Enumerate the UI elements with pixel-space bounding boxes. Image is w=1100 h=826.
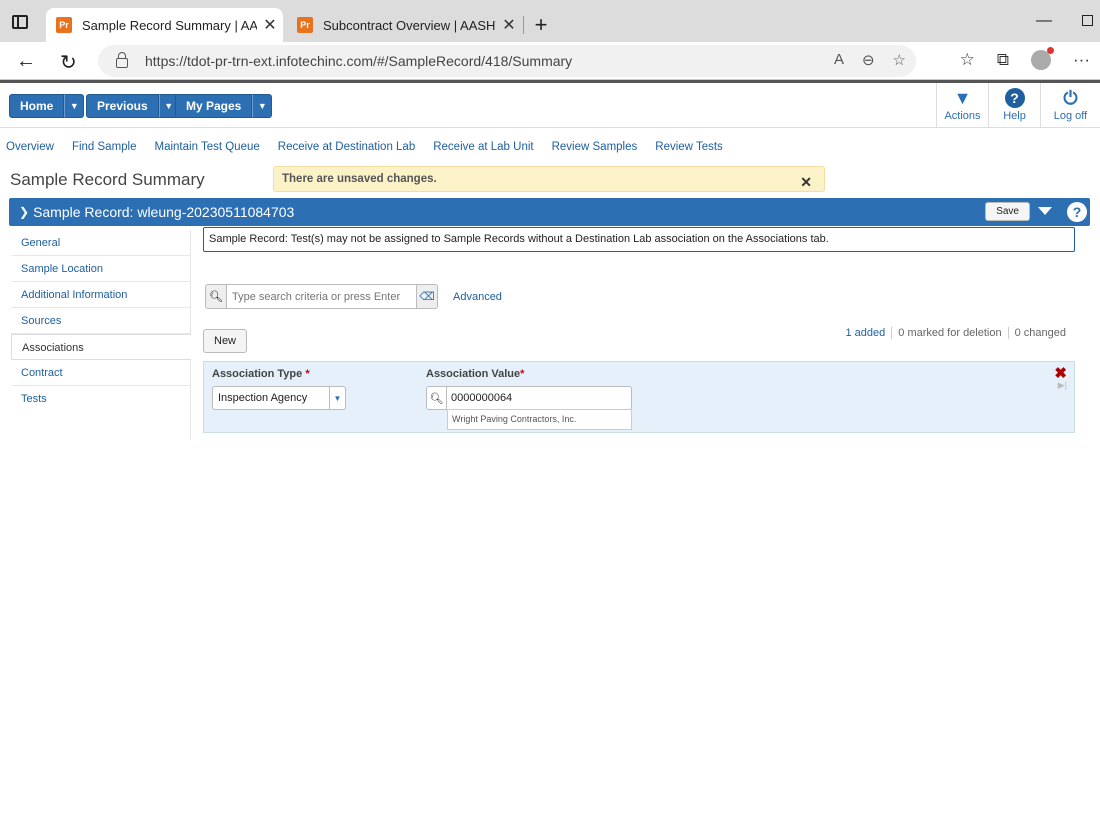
close-tab-icon[interactable]: ✕ — [257, 15, 283, 35]
required-icon: * — [520, 368, 525, 380]
maximize-icon[interactable] — [1082, 15, 1093, 26]
browser-tab-bar: Pr Sample Record Summary | AASHTOWare ✕ … — [0, 0, 1100, 42]
record-title: Sample Record: wleung-20230511084703 — [33, 204, 295, 220]
previous-button-group: Previous ▼ — [86, 94, 179, 118]
nav-link-receive-lab-unit[interactable]: Receive at Lab Unit — [433, 141, 533, 153]
side-item-tests[interactable]: Tests — [11, 386, 190, 412]
collapse-chevron-icon[interactable]: ❯ — [19, 205, 29, 219]
association-value-field[interactable]: 🔍︎ 0000000064 — [426, 386, 632, 410]
side-item-associations[interactable]: Associations — [11, 334, 191, 360]
add-favorite-icon[interactable]: ☆ — [893, 51, 906, 69]
home-button[interactable]: Home — [9, 94, 65, 118]
profile-avatar[interactable] — [1031, 47, 1055, 70]
advanced-search-link[interactable]: Advanced — [453, 291, 502, 303]
unsaved-message: There are unsaved changes. — [282, 173, 437, 185]
new-button[interactable]: New — [203, 329, 248, 353]
previous-button[interactable]: Previous — [86, 94, 159, 118]
nav-link-review-tests[interactable]: Review Tests — [655, 141, 723, 153]
back-icon[interactable]: ← — [16, 50, 36, 73]
nav-link-receive-destination-lab[interactable]: Receive at Destination Lab — [278, 141, 415, 153]
chevron-down-icon: ▼ — [953, 87, 972, 108]
url-field[interactable]: https://tdot-pr-trn-ext.infotechinc.com/… — [98, 45, 916, 77]
help-button[interactable]: ? Help — [988, 83, 1040, 128]
home-dropdown-icon[interactable]: ▼ — [64, 94, 85, 118]
nav-link-overview[interactable]: Overview — [6, 141, 54, 153]
read-aloud-icon[interactable]: A — [834, 51, 844, 69]
nav-link-find-sample[interactable]: Find Sample — [72, 141, 137, 153]
browser-tab-inactive[interactable]: Pr Subcontract Overview | AASHTOWare ✕ — [287, 8, 522, 42]
app-header: Home ▼ Previous ▼ My Pages ▼ ▼ Actions ?… — [0, 83, 1100, 128]
zoom-out-icon[interactable]: ⊖ — [862, 51, 875, 69]
tab-separator — [523, 16, 524, 34]
changed-count: 0 changed — [1007, 327, 1072, 339]
favorites-icon[interactable]: ☆ — [960, 50, 975, 70]
tab-title: Subcontract Overview | AASHTOWare — [323, 17, 496, 33]
search-input[interactable] — [227, 284, 417, 309]
association-value-text[interactable]: 0000000064 — [451, 392, 512, 404]
power-icon: ⏻ — [1063, 87, 1078, 108]
tab-actions-icon[interactable] — [12, 15, 28, 29]
association-type-select[interactable]: Inspection Agency ▼ — [212, 386, 346, 410]
search-icon[interactable]: 🔍︎ — [427, 387, 447, 409]
side-item-additional-information[interactable]: Additional Information — [11, 282, 190, 308]
close-icon[interactable]: ✕ — [800, 174, 812, 191]
association-row: Association Type * Inspection Agency ▼ A… — [203, 361, 1075, 433]
side-item-contract[interactable]: Contract — [11, 360, 190, 386]
favicon-icon: Pr — [297, 17, 313, 33]
more-menu-icon[interactable]: ··· — [1073, 50, 1090, 70]
lock-icon[interactable] — [116, 52, 128, 68]
refresh-icon[interactable]: ↻ — [60, 50, 77, 75]
url-text[interactable]: https://tdot-pr-trn-ext.infotechinc.com/… — [145, 53, 572, 69]
new-tab-icon[interactable]: + — [531, 12, 551, 38]
home-button-group: Home ▼ — [9, 94, 85, 118]
row-pointer-icon: ▶| — [1057, 380, 1067, 390]
logoff-label: Log off — [1053, 110, 1088, 122]
added-count[interactable]: 1 added — [840, 327, 892, 339]
help-icon: ? — [1004, 88, 1025, 108]
eraser-icon[interactable]: ⌫ — [417, 284, 438, 309]
unsaved-changes-banner: There are unsaved changes. ✕ — [273, 166, 825, 192]
collections-icon[interactable]: ⧉ — [997, 50, 1009, 70]
my-pages-button-group: My Pages ▼ — [175, 94, 273, 118]
record-actions-dropdown-icon[interactable] — [1038, 207, 1052, 215]
search-icon[interactable]: 🔍︎ — [205, 284, 227, 309]
tab-title: Sample Record Summary | AASHTOWare — [82, 17, 257, 33]
association-type-value: Inspection Agency — [218, 392, 308, 404]
side-item-sources[interactable]: Sources — [11, 308, 190, 334]
header-actions: ▼ Actions ? Help ⏻ Log off — [936, 83, 1100, 128]
favicon-icon: Pr — [56, 17, 72, 33]
deleted-count: 0 marked for deletion — [891, 327, 1007, 339]
side-item-sample-location[interactable]: Sample Location — [11, 256, 190, 282]
actions-label: Actions — [944, 110, 981, 122]
record-side-menu: General Sample Location Additional Infor… — [11, 230, 191, 440]
component-nav: Overview Find Sample Maintain Test Queue… — [6, 141, 741, 153]
search-bar: 🔍︎ ⌫ — [205, 284, 438, 309]
minimize-icon[interactable]: — — [1036, 12, 1052, 30]
nav-link-review-samples[interactable]: Review Samples — [552, 141, 638, 153]
address-bar: ← ↻ https://tdot-pr-trn-ext.infotechinc.… — [0, 42, 1100, 80]
nav-link-maintain-test-queue[interactable]: Maintain Test Queue — [155, 141, 260, 153]
required-icon: * — [305, 368, 310, 380]
close-tab-icon[interactable]: ✕ — [496, 15, 522, 35]
record-help-icon[interactable]: ? — [1067, 202, 1087, 222]
save-button[interactable]: Save — [985, 202, 1030, 221]
association-value-label: Association Value* — [426, 368, 525, 380]
logoff-button[interactable]: ⏻ Log off — [1040, 83, 1100, 128]
association-type-label: Association Type * — [212, 368, 310, 380]
side-item-general[interactable]: General — [11, 230, 190, 256]
change-counts: 1 added 0 marked for deletion 0 changed — [840, 327, 1073, 339]
my-pages-dropdown-icon[interactable]: ▼ — [252, 94, 273, 118]
actions-button[interactable]: ▼ Actions — [936, 83, 988, 128]
my-pages-button[interactable]: My Pages — [175, 94, 253, 118]
page-title: Sample Record Summary — [10, 170, 205, 189]
validation-message: Sample Record: Test(s) may not be assign… — [203, 227, 1075, 252]
help-label: Help — [1003, 110, 1026, 122]
browser-tab-active[interactable]: Pr Sample Record Summary | AASHTOWare ✕ — [46, 8, 283, 42]
chevron-down-icon[interactable]: ▼ — [329, 387, 345, 409]
record-header-bar: ❯ Sample Record: wleung-20230511084703 S… — [9, 198, 1090, 226]
association-value-description: Wright Paving Contractors, Inc. — [447, 409, 632, 430]
